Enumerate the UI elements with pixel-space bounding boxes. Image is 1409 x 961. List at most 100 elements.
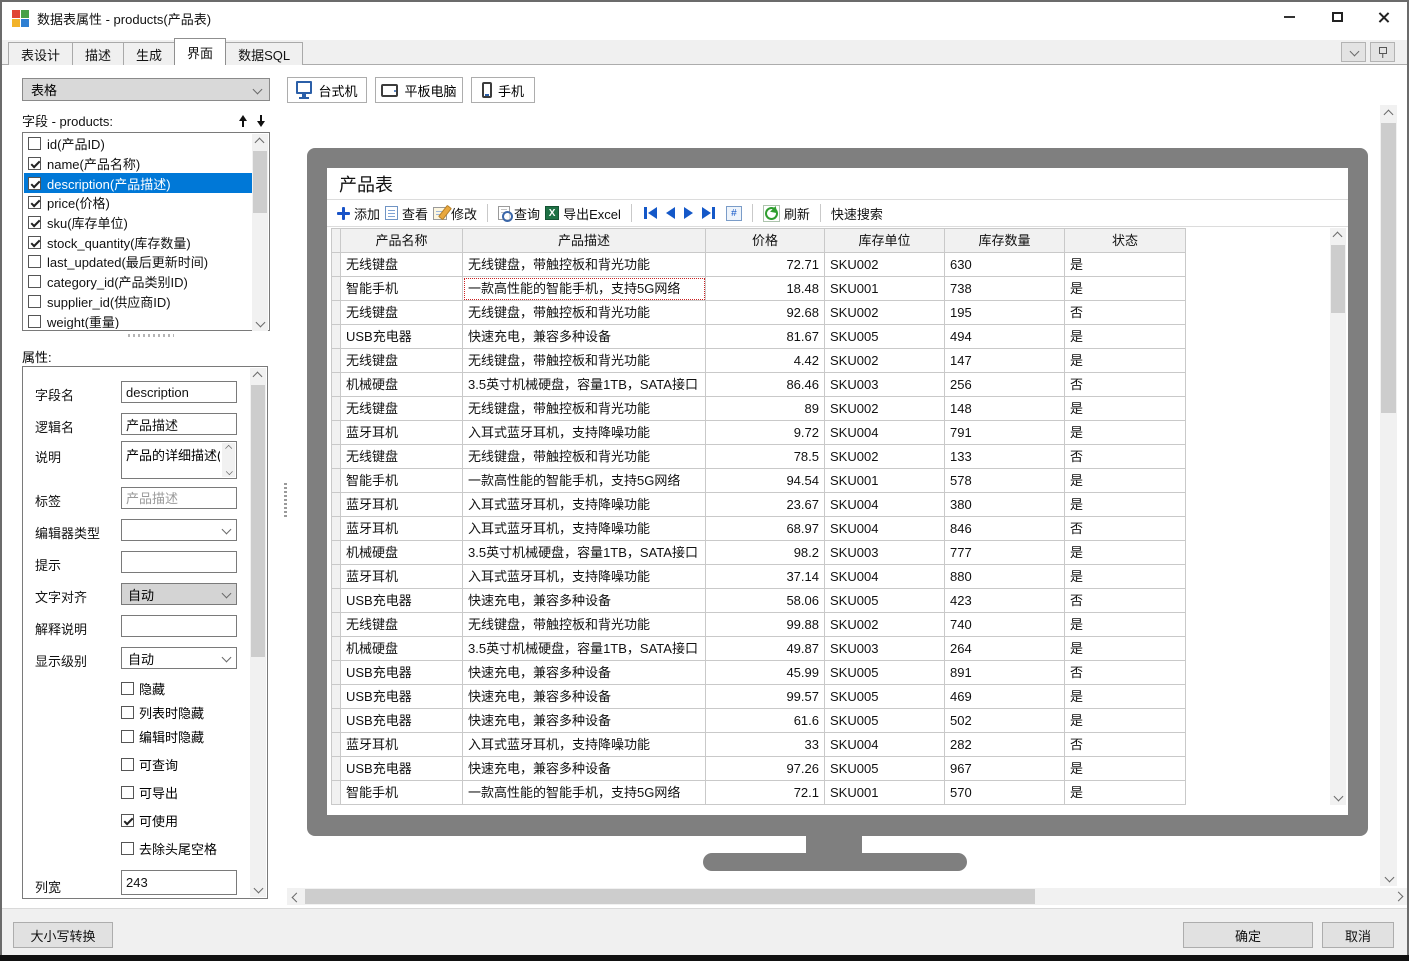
cell[interactable]: 无线键盘，带触控板和背光功能 (463, 349, 706, 373)
property-checkbox-row[interactable]: 列表时隐藏 (121, 704, 204, 721)
scroll-left-arrow[interactable] (287, 888, 304, 905)
table-row[interactable]: 蓝牙耳机 入耳式蓝牙耳机，支持降噪功能 37.14 SKU004 880 是 (332, 565, 1186, 589)
cell[interactable]: 282 (945, 733, 1065, 757)
cell[interactable]: 630 (945, 253, 1065, 277)
refresh-button[interactable]: 刷新 (762, 204, 810, 223)
cell[interactable]: 148 (945, 397, 1065, 421)
cell[interactable]: 99.88 (706, 613, 825, 637)
ok-button[interactable]: 确定 (1183, 922, 1313, 948)
cell[interactable]: 738 (945, 277, 1065, 301)
next-page-button[interactable] (682, 205, 695, 221)
cell[interactable]: 一款高性能的智能手机，支持5G网络 (463, 277, 706, 301)
row-indicator[interactable] (332, 733, 341, 757)
text-align-select[interactable]: 自动 (121, 583, 237, 605)
collapse-button[interactable] (1341, 42, 1366, 62)
cell[interactable]: 891 (945, 661, 1065, 685)
tab-design[interactable]: 表设计 (8, 42, 74, 65)
cell[interactable]: 264 (945, 637, 1065, 661)
cell[interactable]: 蓝牙耳机 (341, 517, 463, 541)
cell[interactable]: 否 (1065, 373, 1186, 397)
column-width-input[interactable] (121, 870, 237, 895)
table-row[interactable]: 智能手机 一款高性能的智能手机，支持5G网络 72.1 SKU001 570 是 (332, 781, 1186, 805)
table-row[interactable]: 智能手机 一款高性能的智能手机，支持5G网络 18.48 SKU001 738 是 (332, 277, 1186, 301)
field-item[interactable]: description(产品描述) (24, 173, 252, 194)
cell[interactable]: 无线键盘，带触控板和背光功能 (463, 613, 706, 637)
column-header[interactable]: 库存单位 (825, 229, 945, 253)
tab-sql[interactable]: 数据SQL (225, 42, 304, 65)
panel-vertical-scrollbar[interactable] (1380, 105, 1397, 886)
cell[interactable]: SKU005 (825, 589, 945, 613)
scroll-up-arrow[interactable] (222, 443, 235, 453)
cell[interactable]: 入耳式蓝牙耳机，支持降噪功能 (463, 733, 706, 757)
scroll-up-arrow[interactable] (1330, 228, 1346, 244)
table-row[interactable]: 蓝牙耳机 入耳式蓝牙耳机，支持降噪功能 33 SKU004 282 否 (332, 733, 1186, 757)
cell[interactable]: 否 (1065, 661, 1186, 685)
explain-input[interactable] (121, 615, 237, 637)
cell[interactable]: 是 (1065, 565, 1186, 589)
cell[interactable]: SKU005 (825, 325, 945, 349)
scroll-down-arrow[interactable] (250, 881, 266, 897)
cell[interactable]: 是 (1065, 493, 1186, 517)
checkbox-icon[interactable] (121, 814, 134, 827)
field-checkbox[interactable] (28, 275, 41, 289)
cell[interactable]: 是 (1065, 253, 1186, 277)
cell[interactable]: 快速充电，兼容多种设备 (463, 757, 706, 781)
cell[interactable]: 无线键盘 (341, 445, 463, 469)
field-list-scrollbar[interactable] (252, 134, 268, 331)
cell[interactable]: 是 (1065, 397, 1186, 421)
cell[interactable]: 否 (1065, 517, 1186, 541)
scroll-right-arrow[interactable] (1390, 888, 1407, 905)
property-checkbox-row[interactable]: 可导出 (121, 784, 178, 801)
cell[interactable]: 740 (945, 613, 1065, 637)
field-checkbox[interactable] (28, 314, 41, 328)
add-button[interactable]: 添加 (337, 204, 380, 223)
goto-page-button[interactable] (725, 205, 742, 221)
cell[interactable]: 72.1 (706, 781, 825, 805)
cell[interactable]: SKU004 (825, 733, 945, 757)
table-row[interactable]: 无线键盘 无线键盘，带触控板和背光功能 99.88 SKU002 740 是 (332, 613, 1186, 637)
checkbox-icon[interactable] (121, 786, 134, 799)
cell[interactable]: 78.5 (706, 445, 825, 469)
cell[interactable]: 是 (1065, 541, 1186, 565)
field-checkbox[interactable] (28, 157, 41, 171)
row-indicator[interactable] (332, 613, 341, 637)
cell[interactable]: USB充电器 (341, 709, 463, 733)
checkbox-icon[interactable] (121, 842, 134, 855)
cell[interactable]: 33 (706, 733, 825, 757)
cell[interactable]: 快速充电，兼容多种设备 (463, 709, 706, 733)
move-field-up-button[interactable] (238, 114, 248, 127)
cell[interactable]: 45.99 (706, 661, 825, 685)
field-checkbox[interactable] (28, 255, 41, 269)
cell[interactable]: SKU002 (825, 613, 945, 637)
cell[interactable]: 是 (1065, 685, 1186, 709)
field-checkbox[interactable] (28, 216, 41, 230)
export-excel-button[interactable]: 导出Excel (545, 204, 621, 223)
tab-generate[interactable]: 生成 (123, 42, 176, 65)
move-field-down-button[interactable] (256, 114, 266, 127)
table-row[interactable]: USB充电器 快速充电，兼容多种设备 45.99 SKU005 891 否 (332, 661, 1186, 685)
device-button-tablet[interactable]: 平板电脑 (375, 77, 463, 103)
description-textarea[interactable]: 产品的详细描述( (121, 441, 237, 479)
query-button[interactable]: 查询 (498, 204, 540, 223)
cell[interactable]: 68.97 (706, 517, 825, 541)
scroll-down-arrow[interactable] (1380, 869, 1397, 886)
cell[interactable]: USB充电器 (341, 685, 463, 709)
cell[interactable]: 99.57 (706, 685, 825, 709)
cell[interactable]: 机械硬盘 (341, 373, 463, 397)
table-row[interactable]: 无线键盘 无线键盘，带触控板和背光功能 4.42 SKU002 147 是 (332, 349, 1186, 373)
cell[interactable]: 97.26 (706, 757, 825, 781)
cell[interactable]: 86.46 (706, 373, 825, 397)
maximize-button[interactable] (1314, 2, 1360, 32)
cell[interactable]: 入耳式蓝牙耳机，支持降噪功能 (463, 421, 706, 445)
scrollbar-thumb[interactable] (305, 889, 1035, 904)
field-item[interactable]: name(产品名称) (24, 154, 252, 174)
tab-ui[interactable]: 界面 (174, 38, 227, 65)
table-row[interactable]: 无线键盘 无线键盘，带触控板和背光功能 72.71 SKU002 630 是 (332, 253, 1186, 277)
row-indicator[interactable] (332, 469, 341, 493)
edit-button[interactable]: 修改 (433, 204, 477, 223)
cell[interactable]: 777 (945, 541, 1065, 565)
cell[interactable]: 入耳式蓝牙耳机，支持降噪功能 (463, 565, 706, 589)
field-item[interactable]: id(产品ID) (24, 134, 252, 154)
cell[interactable]: 18.48 (706, 277, 825, 301)
cell[interactable]: 72.71 (706, 253, 825, 277)
